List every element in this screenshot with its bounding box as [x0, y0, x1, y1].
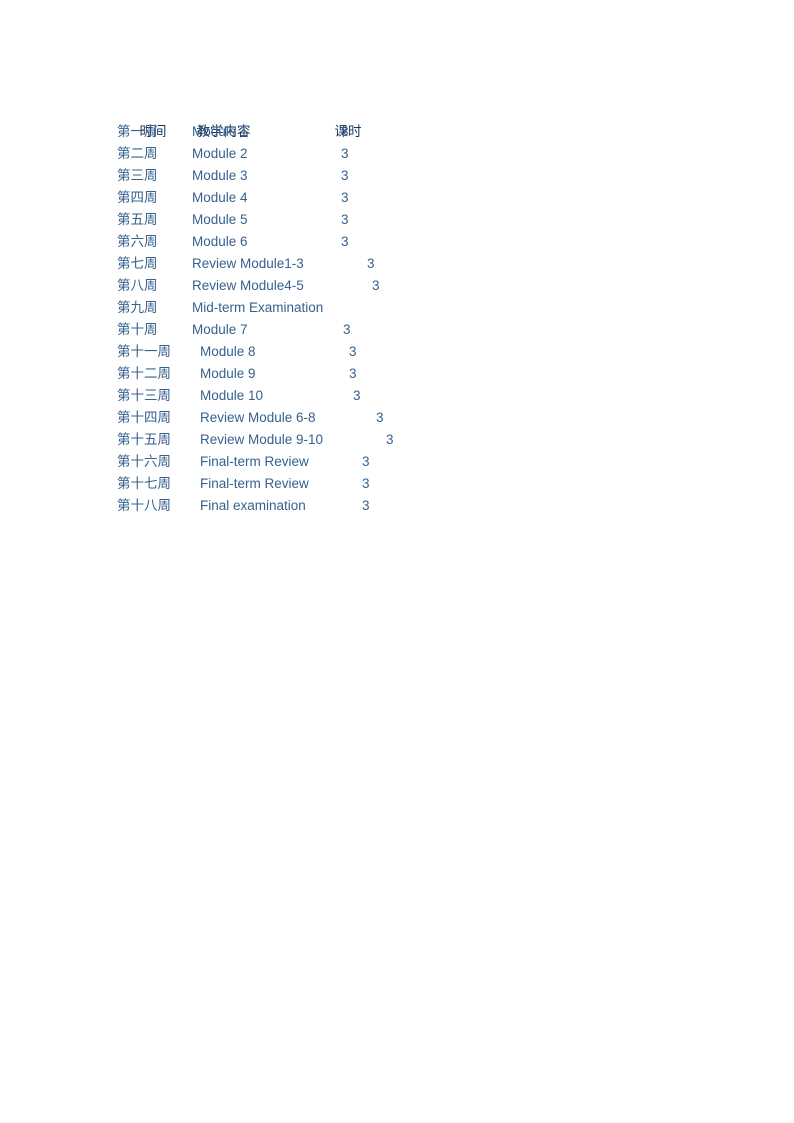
row-week-label: 第十四周	[117, 410, 171, 425]
row-hours-value: 3	[349, 366, 357, 381]
table-row: 第九周 Mid-term Examination	[117, 297, 717, 319]
row-hours-value: 3	[341, 168, 349, 183]
row-content-label: Module 8	[200, 344, 256, 359]
row-hours-value: 3	[341, 124, 349, 139]
row-week-label: 第十五周	[117, 432, 171, 447]
row-week-label: 第六周	[117, 234, 158, 249]
row-content-label: Module 10	[200, 388, 264, 403]
row-week-label: 第十周	[117, 322, 158, 337]
row-content-label: Module 3	[192, 168, 248, 183]
row-content-label: Final-term Review	[200, 476, 309, 491]
row-content-label: Final-term Review	[200, 454, 309, 469]
row-hours-value: 3	[372, 278, 380, 293]
row-content-label: Module 6	[192, 234, 248, 249]
row-week-label: 第四周	[117, 190, 158, 205]
table-row: 第十周 Module 7 3	[117, 319, 717, 341]
row-content-label: Mid-term Examination	[192, 300, 324, 315]
row-hours-value: 3	[341, 190, 349, 205]
row-content-label: Review Module 6-8	[200, 410, 316, 425]
row-hours-value: 3	[341, 146, 349, 161]
table-row: 第一周 Module 1 3	[117, 121, 717, 143]
table-row: 第三周 Module 3 3	[117, 165, 717, 187]
row-week-label: 第十八周	[117, 498, 171, 513]
row-hours-value: 3	[343, 322, 351, 337]
row-content-label: Module 2	[192, 146, 248, 161]
table-row: 第十五周 Review Module 9-10 3	[117, 429, 717, 451]
table-row: 第八周 Review Module4-5 3	[117, 275, 717, 297]
table-row: 第十四周 Review Module 6-8 3	[117, 407, 717, 429]
row-content-label: Review Module 9-10	[200, 432, 324, 447]
table-row: 第十七周 Final-term Review 3	[117, 473, 717, 495]
row-week-label: 第七周	[117, 256, 158, 271]
row-hours-value: 3	[349, 344, 357, 359]
row-week-label: 第一周	[117, 124, 158, 139]
row-hours-value: 3	[362, 454, 370, 469]
table-row: 第十二周 Module 9 3	[117, 363, 717, 385]
row-content-label: Final examination	[200, 498, 306, 513]
row-week-label: 第三周	[117, 168, 158, 183]
row-week-label: 第八周	[117, 278, 158, 293]
row-content-label: Module 4	[192, 190, 248, 205]
row-hours-value: 3	[376, 410, 384, 425]
row-content-label: Review Module4-5	[192, 278, 304, 293]
row-week-label: 第十七周	[117, 476, 171, 491]
teaching-schedule: 时间 教学内容 课时 第一周 Module 1 3 第二周 Module 2 3 第三周 Modu…	[117, 99, 717, 517]
table-row: 第五周 Module 5 3	[117, 209, 717, 231]
table-row: 第六周 Module 6 3	[117, 231, 717, 253]
row-week-label: 第十二周	[117, 366, 171, 381]
table-row: 第十三周 Module 10 3	[117, 385, 717, 407]
row-content-label: Module 7	[192, 322, 248, 337]
row-hours-value: 3	[362, 498, 370, 513]
table-row: 第十六周 Final-term Review 3	[117, 451, 717, 473]
row-hours-value: 3	[362, 476, 370, 491]
row-content-label: Module 9	[200, 366, 256, 381]
row-hours-value: 3	[341, 234, 349, 249]
row-week-label: 第十六周	[117, 454, 171, 469]
row-hours-value: 3	[386, 432, 394, 447]
schedule-header-row: 时间 教学内容 课时	[117, 99, 717, 139]
row-content-label: Module 1	[192, 124, 248, 139]
table-row: 第十八周 Final examination 3	[117, 495, 717, 517]
schedule-rows: 第一周 Module 1 3 第二周 Module 2 3 第三周 Module 3 3 第四周 M…	[117, 121, 717, 517]
row-week-label: 第五周	[117, 212, 158, 227]
row-week-label: 第九周	[117, 300, 158, 315]
row-hours-value: 3	[367, 256, 375, 271]
table-row: 第十一周 Module 8 3	[117, 341, 717, 363]
document-page: 时间 教学内容 课时 第一周 Module 1 3 第二周 Module 2 3 第三周 Modu…	[0, 0, 794, 1123]
row-hours-value: 3	[353, 388, 361, 403]
row-week-label: 第十三周	[117, 388, 171, 403]
row-hours-value: 3	[341, 212, 349, 227]
row-week-label: 第十一周	[117, 344, 171, 359]
row-content-label: Module 5	[192, 212, 248, 227]
row-week-label: 第二周	[117, 146, 158, 161]
table-row: 第四周 Module 4 3	[117, 187, 717, 209]
table-row: 第七周 Review Module1-3 3	[117, 253, 717, 275]
table-row: 第二周 Module 2 3	[117, 143, 717, 165]
row-content-label: Review Module1-3	[192, 256, 304, 271]
